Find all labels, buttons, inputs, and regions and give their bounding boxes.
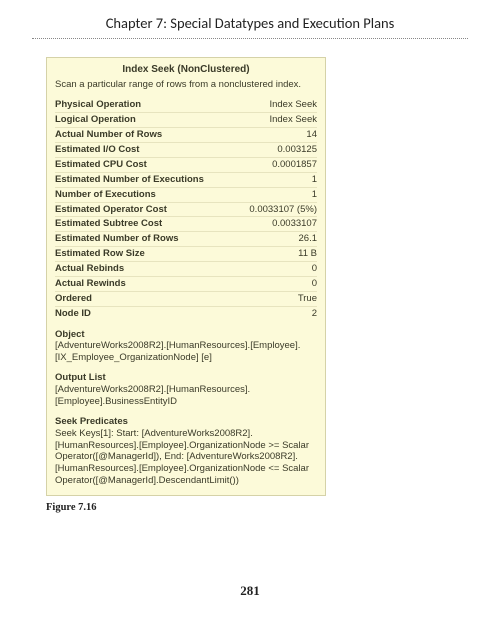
tooltip-property-label: Node ID — [55, 308, 91, 320]
tooltip-property-value: Index Seek — [269, 99, 317, 111]
tooltip-description: Scan a particular range of rows from a n… — [55, 79, 317, 91]
tooltip-property-label: Actual Number of Rows — [55, 129, 162, 141]
tooltip-property-label: Estimated Number of Executions — [55, 174, 204, 186]
tooltip-property-label: Actual Rebinds — [55, 263, 124, 275]
tooltip-property-label: Estimated Subtree Cost — [55, 218, 162, 230]
tooltip-property-value: Index Seek — [269, 114, 317, 126]
tooltip-property-row: Logical Operation Index Seek — [55, 113, 317, 128]
tooltip-property-row: Node ID 2 — [55, 307, 317, 321]
tooltip-property-row: Estimated Number of Rows 26.1 — [55, 232, 317, 247]
tooltip-section-body: [AdventureWorks2008R2].[HumanResources].… — [55, 384, 317, 408]
chapter-title: Chapter 7: Special Datatypes and Executi… — [32, 14, 468, 38]
tooltip-property-row: Actual Rewinds 0 — [55, 277, 317, 292]
tooltip-property-value: 0.0033107 — [272, 218, 317, 230]
tooltip-property-value: 0.003125 — [277, 144, 317, 156]
tooltip-property-value: 1 — [312, 189, 317, 201]
tooltip-properties: Physical OperationIndex SeekLogical Oper… — [55, 98, 317, 320]
tooltip-property-row: Actual Rebinds 0 — [55, 262, 317, 277]
tooltip-sections: Object[AdventureWorks2008R2].[HumanResou… — [55, 329, 317, 488]
tooltip-property-label: Estimated Number of Rows — [55, 233, 179, 245]
tooltip-section-heading: Output List — [55, 372, 317, 384]
tooltip-property-row: Estimated Row Size 11 B — [55, 247, 317, 262]
tooltip-property-value: 1 — [312, 174, 317, 186]
tooltip-property-value: True — [298, 293, 317, 305]
tooltip-property-label: Ordered — [55, 293, 92, 305]
tooltip-property-row: Estimated I/O Cost 0.003125 — [55, 143, 317, 158]
tooltip-section-body: [AdventureWorks2008R2].[HumanResources].… — [55, 340, 317, 364]
tooltip-property-row: Estimated Number of Executions 1 — [55, 173, 317, 188]
tooltip-property-label: Physical Operation — [55, 99, 141, 111]
tooltip-property-value: 14 — [306, 129, 317, 141]
tooltip-property-row: Ordered True — [55, 292, 317, 307]
page-number: 281 — [0, 583, 500, 599]
tooltip-property-value: 0.0001857 — [272, 159, 317, 171]
tooltip-property-value: 11 B — [298, 248, 317, 260]
tooltip-property-label: Estimated CPU Cost — [55, 159, 147, 171]
tooltip-property-value: 2 — [312, 308, 317, 320]
tooltip-property-label: Actual Rewinds — [55, 278, 126, 290]
tooltip-property-value: 26.1 — [299, 233, 318, 245]
tooltip-property-value: 0.0033107 (5%) — [249, 204, 317, 216]
tooltip-title: Index Seek (NonClustered) — [55, 64, 317, 77]
tooltip-property-row: Estimated Subtree Cost 0.0033107 — [55, 217, 317, 232]
tooltip-property-row: Number of Executions 1 — [55, 188, 317, 203]
tooltip-property-value: 0 — [312, 263, 317, 275]
tooltip-section-heading: Object — [55, 329, 317, 341]
execution-plan-tooltip: Index Seek (NonClustered) Scan a particu… — [46, 57, 326, 496]
tooltip-property-row: Estimated CPU Cost 0.0001857 — [55, 158, 317, 173]
tooltip-property-label: Logical Operation — [55, 114, 136, 126]
tooltip-property-row: Actual Number of Rows 14 — [55, 128, 317, 143]
tooltip-section-body: Seek Keys[1]: Start: [AdventureWorks2008… — [55, 428, 317, 487]
tooltip-property-label: Estimated I/O Cost — [55, 144, 139, 156]
figure-caption: Figure 7.16 — [46, 502, 468, 513]
tooltip-property-label: Estimated Operator Cost — [55, 204, 167, 216]
tooltip-property-value: 0 — [312, 278, 317, 290]
tooltip-property-row: Estimated Operator Cost 0.0033107 (5%) — [55, 203, 317, 218]
tooltip-property-row: Physical Operation Index Seek — [55, 98, 317, 113]
header-rule — [32, 38, 468, 39]
tooltip-property-label: Number of Executions — [55, 189, 156, 201]
page: Chapter 7: Special Datatypes and Executi… — [0, 0, 500, 617]
tooltip-property-label: Estimated Row Size — [55, 248, 145, 260]
tooltip-section-heading: Seek Predicates — [55, 416, 317, 428]
